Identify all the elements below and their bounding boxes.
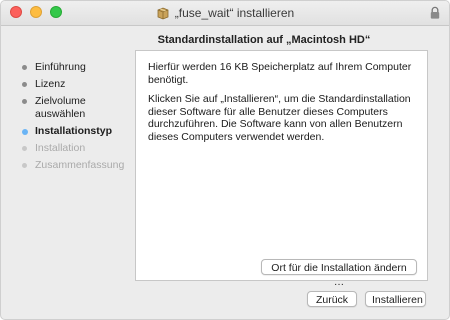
step-zielvolume: Zielvolume auswählen	[21, 95, 131, 121]
lock-icon[interactable]	[429, 6, 441, 20]
installer-steps-sidebar: Einführung Lizenz Zielvolume auswählen I…	[21, 61, 131, 176]
window-title: „fuse_wait“ installieren	[174, 6, 295, 20]
step-label: Einführung	[35, 61, 86, 73]
step-installation: Installation	[21, 142, 131, 155]
step-label: Zusammenfassung	[35, 159, 125, 171]
disk-space-text: Hierfür werden 16 KB Speicherplatz auf I…	[148, 61, 412, 86]
current-step-bullet-icon	[21, 128, 28, 135]
content-panel: Hierfür werden 16 KB Speicherplatz auf I…	[135, 50, 428, 288]
step-einfuehrung: Einführung	[21, 61, 131, 74]
step-installationstyp: Installationstyp	[21, 125, 131, 138]
step-bullet-icon	[22, 65, 27, 70]
back-button[interactable]: Zurück	[307, 291, 357, 307]
change-install-location-button[interactable]: Ort für die Installation ändern …	[261, 259, 417, 288]
step-lizenz: Lizenz	[21, 78, 131, 91]
step-label: Installation	[35, 142, 86, 154]
step-label-continued: auswählen	[35, 108, 86, 120]
step-label: Zielvolume	[35, 95, 86, 107]
step-bullet-icon	[22, 99, 27, 104]
installer-window: „fuse_wait“ installieren Standardinstall…	[0, 0, 450, 320]
install-instructions-text: Klicken Sie auf „Installieren“, um die S…	[148, 93, 411, 143]
step-bullet-icon	[22, 146, 27, 151]
step-zusammenfassung: Zusammenfassung	[21, 159, 131, 172]
install-button[interactable]: Installieren	[365, 291, 426, 307]
package-icon	[157, 7, 169, 20]
step-label: Installationstyp	[35, 125, 113, 137]
window-title-group: „fuse_wait“ installieren	[1, 1, 449, 25]
step-bullet-icon	[22, 82, 27, 87]
installation-type-heading: Standardinstallation auf „Macintosh HD“	[157, 34, 371, 46]
step-bullet-icon	[22, 163, 27, 168]
title-bar[interactable]: „fuse_wait“ installieren	[1, 1, 449, 26]
step-label: Lizenz	[35, 78, 66, 90]
